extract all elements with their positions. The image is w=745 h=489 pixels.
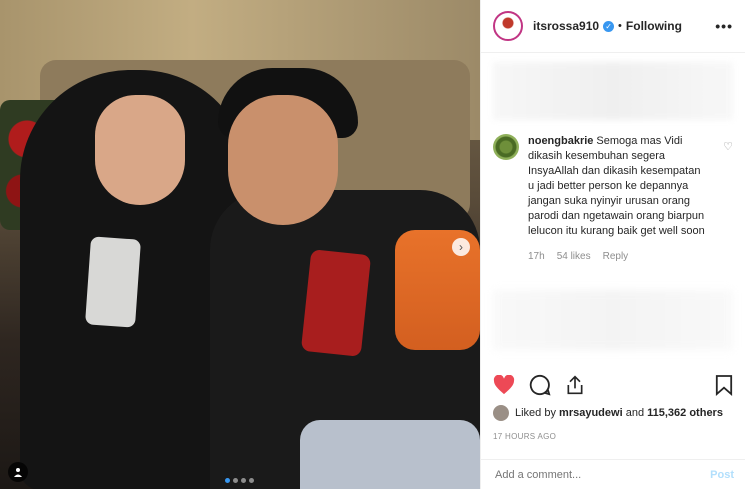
header-separator: • <box>618 20 622 32</box>
comment-meta: 17h 54 likes Reply <box>528 249 708 264</box>
post-header: itsrossa910 ✓ • Following ••• <box>481 0 745 53</box>
comment-icon[interactable] <box>529 374 551 396</box>
liker-avatar[interactable] <box>493 405 509 421</box>
photo-red-phone <box>300 249 372 357</box>
add-comment-bar: Post <box>481 459 745 489</box>
comment-reply-button[interactable]: Reply <box>603 249 629 264</box>
author-username[interactable]: itsrossa910 <box>533 19 599 33</box>
comment-text: Semoga mas Vidi dikasih kesembuhan seger… <box>528 135 705 237</box>
comment-input[interactable] <box>493 467 711 482</box>
comment-like-heart-icon[interactable]: ♡ <box>723 140 733 153</box>
chevron-right-icon: › <box>459 240 463 254</box>
carousel-dot <box>249 478 254 483</box>
carousel-dot <box>233 478 238 483</box>
share-icon[interactable] <box>565 374 585 396</box>
post-photo[interactable]: › <box>0 0 480 489</box>
commenter-avatar[interactable] <box>493 134 519 160</box>
photo-silver-phone <box>84 236 142 328</box>
action-bar <box>493 374 733 396</box>
following-button[interactable]: Following <box>626 19 682 33</box>
comment-body: noengbakrie Semoga mas Vidi dikasih kesem… <box>528 134 708 264</box>
post-comment-button[interactable]: Post <box>710 469 734 481</box>
bookmark-icon[interactable] <box>715 374 733 396</box>
carousel-dot <box>225 478 230 483</box>
more-options-button[interactable]: ••• <box>715 18 733 34</box>
likes-count[interactable]: 115,362 others <box>647 407 723 419</box>
photo-man-face <box>228 95 338 225</box>
carousel-dot <box>241 478 246 483</box>
tagged-users-button[interactable] <box>8 462 28 482</box>
likes-summary: Liked by mrsayudewi and 115,362 others <box>493 405 723 421</box>
carousel-dots <box>225 478 254 483</box>
comment-item: noengbakrie Semoga mas Vidi dikasih kesem… <box>493 134 733 264</box>
author-avatar[interactable] <box>493 11 523 41</box>
blurred-comments <box>493 290 733 350</box>
comment-likes[interactable]: 54 likes <box>557 249 591 264</box>
carousel-next-button[interactable]: › <box>452 238 470 256</box>
post-sidebar: itsrossa910 ✓ • Following ••• noengbakri… <box>480 0 745 489</box>
post-timestamp[interactable]: 17 HOURS AGO <box>493 432 556 441</box>
photo-jeans <box>300 420 480 489</box>
verified-icon: ✓ <box>603 20 615 32</box>
commenter-username[interactable]: noengbakrie <box>528 135 593 147</box>
tag-user-icon <box>14 468 22 477</box>
blurred-caption <box>493 62 733 120</box>
heart-icon[interactable] <box>493 375 515 395</box>
liked-by-prefix: Liked by <box>515 407 556 419</box>
instagram-post: › itsrossa910 ✓ • Following ••• noengbak… <box>0 0 745 489</box>
comment-time[interactable]: 17h <box>528 249 545 264</box>
photo-woman-face <box>95 95 185 205</box>
liker-username[interactable]: mrsayudewi <box>559 407 623 419</box>
likes-and: and <box>625 407 645 419</box>
